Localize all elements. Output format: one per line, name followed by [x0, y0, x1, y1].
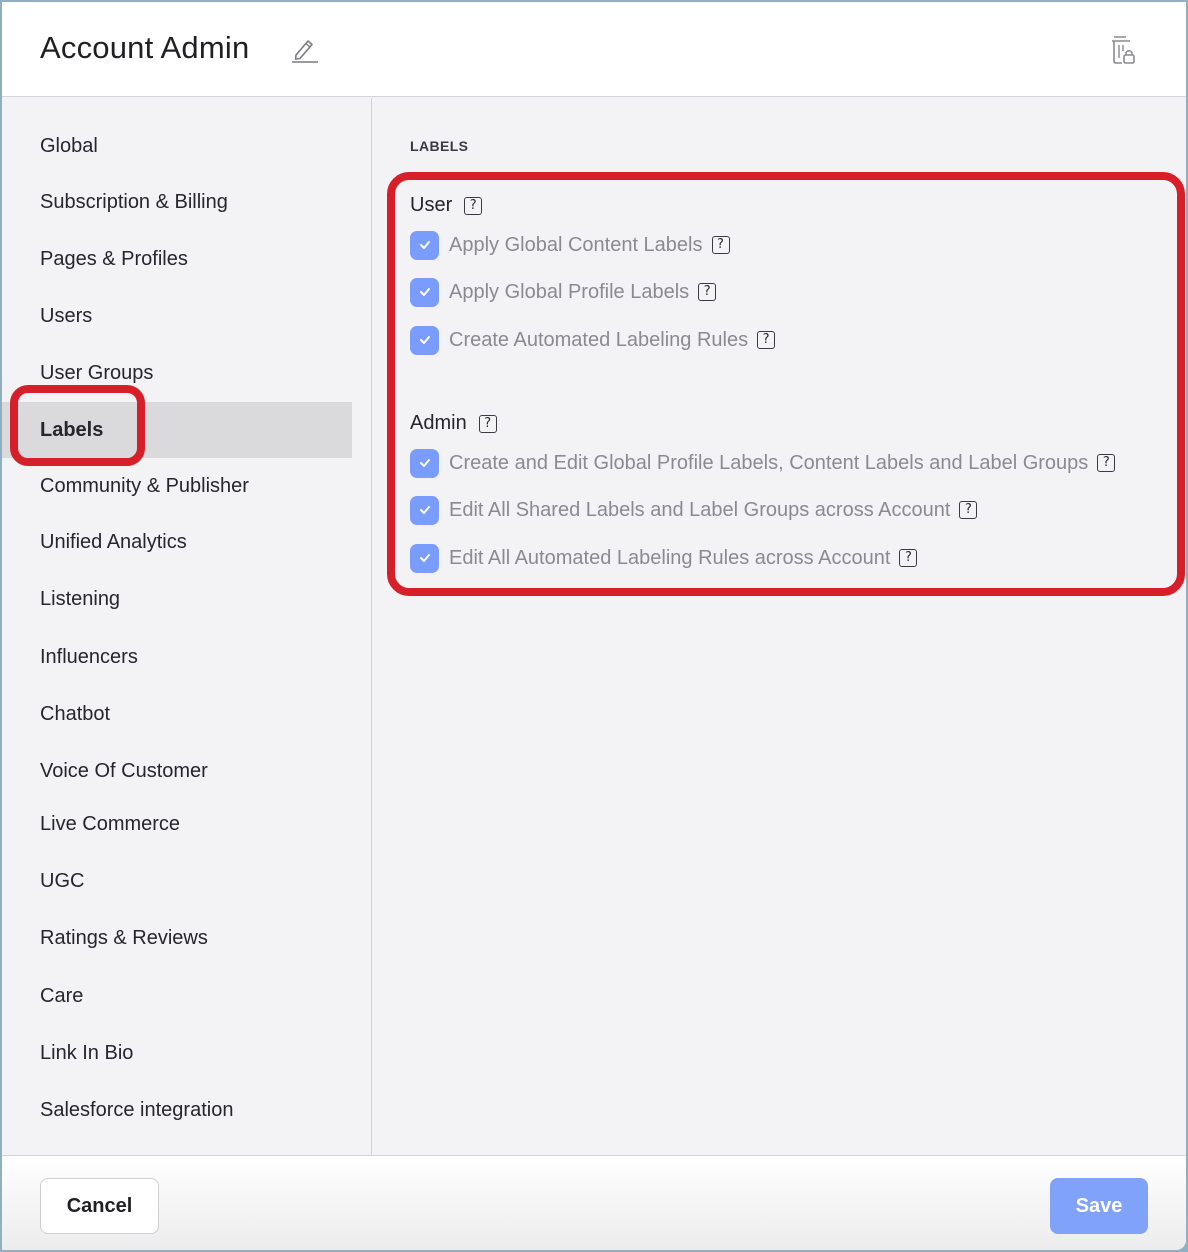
- sidebar-item-chatbot[interactable]: Chatbot: [2, 686, 352, 742]
- sidebar-item-unified-analytics[interactable]: Unified Analytics: [2, 514, 352, 570]
- checkbox-checked[interactable]: [410, 495, 439, 525]
- sidebar-item-labels[interactable]: Labels: [2, 402, 352, 458]
- help-icon[interactable]: ?: [464, 196, 483, 215]
- settings-sidebar: Global Subscription & Billing Pages & Pr…: [2, 98, 372, 1155]
- section-title: LABELS: [410, 138, 469, 154]
- sidebar-item-ugc[interactable]: UGC: [2, 853, 352, 909]
- help-icon[interactable]: ?: [757, 331, 776, 349]
- sidebar-item-link-in-bio[interactable]: Link In Bio: [2, 1025, 352, 1081]
- sidebar-item-live-commerce[interactable]: Live Commerce: [2, 796, 352, 852]
- modal-header: Account Admin: [2, 2, 1186, 97]
- group-label-text: User: [410, 194, 453, 216]
- sidebar-item-community-publisher[interactable]: Community & Publisher: [2, 458, 352, 514]
- sidebar-item-influencers[interactable]: Influencers: [2, 629, 352, 685]
- checkbox-checked[interactable]: [410, 325, 439, 355]
- help-icon[interactable]: ?: [959, 501, 978, 519]
- labels-permissions-panel: LABELS User ? Apply Global Content Label…: [373, 98, 1186, 1155]
- cancel-button[interactable]: Cancel: [40, 1178, 159, 1234]
- help-icon[interactable]: ?: [698, 283, 717, 301]
- checkmark-icon: [419, 459, 430, 467]
- checkmark-icon: [419, 336, 430, 344]
- checkmark-icon: [419, 506, 430, 514]
- permission-label: Apply Global Content Labels: [449, 233, 703, 256]
- help-icon[interactable]: ?: [711, 236, 730, 254]
- sidebar-item-pages-profiles[interactable]: Pages & Profiles: [2, 231, 352, 287]
- trash-lock-icon[interactable]: [1110, 34, 1138, 66]
- sidebar-item-users[interactable]: Users: [2, 288, 352, 344]
- sidebar-item-salesforce-integration[interactable]: Salesforce integration: [2, 1082, 352, 1138]
- sidebar-item-listening[interactable]: Listening: [2, 571, 352, 627]
- permission-label: Create and Edit Global Profile Labels, C…: [449, 451, 1089, 474]
- sidebar-item-subscription-billing[interactable]: Subscription & Billing: [2, 174, 352, 230]
- help-icon[interactable]: ?: [478, 414, 497, 433]
- permission-row: Create Automated Labeling Rules ?: [410, 325, 776, 355]
- group-label-user: User ?: [410, 194, 483, 217]
- help-icon[interactable]: ?: [899, 549, 918, 567]
- permission-row: Edit All Shared Labels and Label Groups …: [410, 495, 978, 525]
- pencil-icon[interactable]: [290, 35, 318, 63]
- checkmark-icon: [419, 554, 430, 562]
- checkmark-icon: [419, 241, 430, 249]
- permission-row: Apply Global Profile Labels ?: [410, 277, 717, 307]
- checkbox-checked[interactable]: [410, 448, 439, 478]
- sidebar-item-care[interactable]: Care: [2, 968, 352, 1024]
- permission-row: Create and Edit Global Profile Labels, C…: [410, 448, 1116, 478]
- sidebar-item-user-groups[interactable]: User Groups: [2, 345, 352, 401]
- checkbox-checked[interactable]: [410, 230, 439, 260]
- sidebar-item-voice-of-customer[interactable]: Voice Of Customer: [2, 743, 352, 799]
- modal-footer: Cancel Save: [2, 1155, 1186, 1250]
- group-label-text: Admin: [410, 412, 467, 434]
- permission-label: Create Automated Labeling Rules: [449, 328, 749, 351]
- permission-row: Edit All Automated Labeling Rules across…: [410, 543, 918, 573]
- role-editor-modal: Account Admin Global Subscription & Bill…: [2, 2, 1186, 1250]
- permission-label: Edit All Automated Labeling Rules across…: [449, 546, 891, 569]
- permission-label: Apply Global Profile Labels: [449, 280, 690, 303]
- help-icon[interactable]: ?: [1097, 454, 1116, 472]
- sidebar-item-ratings-reviews[interactable]: Ratings & Reviews: [2, 910, 352, 966]
- group-label-admin: Admin ?: [410, 412, 497, 435]
- page-title: Account Admin: [40, 30, 250, 65]
- permission-label: Edit All Shared Labels and Label Groups …: [449, 498, 951, 521]
- sidebar-item-global[interactable]: Global: [2, 118, 352, 174]
- checkbox-checked[interactable]: [410, 543, 439, 573]
- checkmark-icon: [419, 288, 430, 296]
- checkbox-checked[interactable]: [410, 277, 439, 307]
- permission-row: Apply Global Content Labels ?: [410, 230, 730, 260]
- save-button[interactable]: Save: [1050, 1178, 1148, 1234]
